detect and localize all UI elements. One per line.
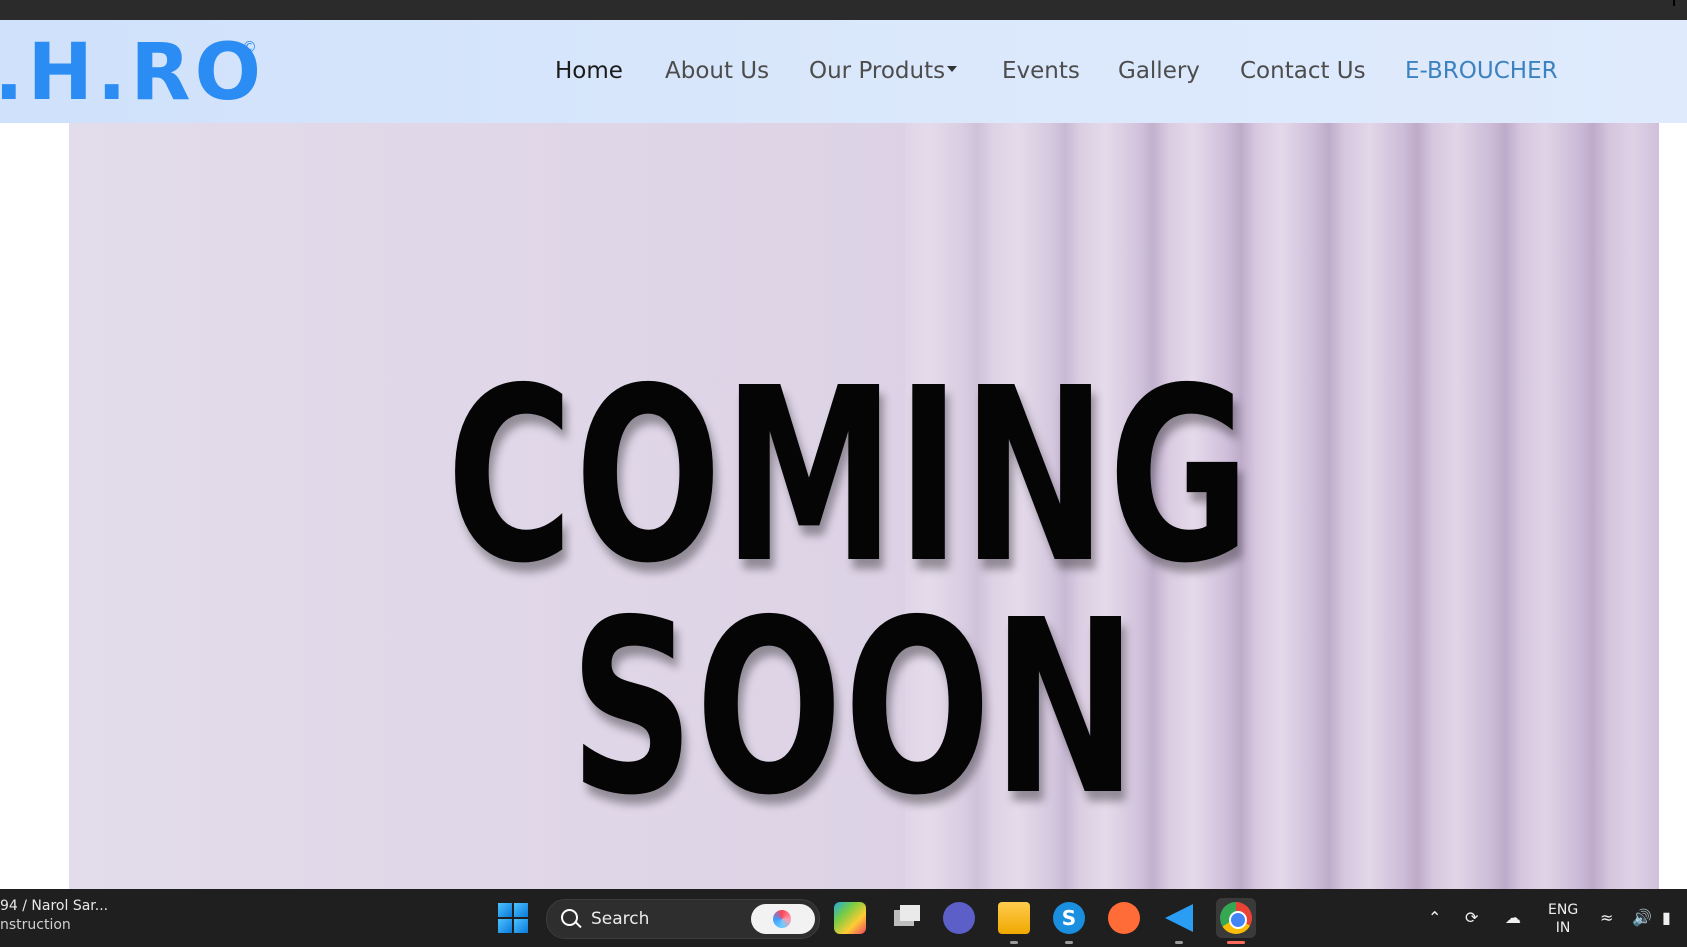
widget-subtitle: nstruction (0, 917, 71, 933)
search-icon (561, 909, 578, 926)
nav-our-products[interactable]: Our Produts (809, 20, 958, 123)
chevron-up-icon[interactable]: ⌃ (1428, 889, 1441, 947)
copilot-pre-icon[interactable] (834, 902, 866, 934)
volume-icon[interactable]: 🔊 (1632, 889, 1652, 947)
chrome-running-indicator (1227, 941, 1245, 944)
taskbar-widget[interactable]: 94 / Narol Sar... nstruction (0, 897, 108, 935)
copilot-icon[interactable] (751, 904, 815, 934)
lang-top: ENG (1548, 902, 1579, 918)
sync-icon[interactable]: ⟳ (1465, 889, 1478, 947)
top-corner-mark (1673, 0, 1675, 6)
teams-icon[interactable] (943, 902, 975, 934)
lang-bottom: IN (1555, 920, 1571, 936)
battery-icon[interactable]: ▮ (1662, 889, 1671, 947)
site-navbar: .H.RO © Home About Us Our Produts Events… (0, 20, 1687, 123)
skype-icon[interactable]: S (1053, 902, 1085, 934)
widget-title: 94 / Narol Sar... (0, 898, 109, 914)
nav-about-us[interactable]: About Us (665, 20, 769, 123)
nav-e-broucher[interactable]: E-BROUCHER (1405, 20, 1558, 123)
vscode-running-indicator (1175, 941, 1183, 944)
nav-home[interactable]: Home (555, 20, 623, 123)
task-view-icon[interactable] (890, 902, 922, 934)
taskbar-search[interactable]: Search (546, 899, 820, 939)
windows-taskbar: 94 / Narol Sar... nstruction Search S ⌃ … (0, 889, 1687, 947)
windows-start-icon[interactable] (498, 903, 528, 933)
main-nav: Home About Us Our Produts Events Gallery… (0, 20, 1687, 123)
hero-banner: COMING SOON (69, 123, 1659, 889)
nav-gallery[interactable]: Gallery (1118, 20, 1200, 123)
nav-contact-us[interactable]: Contact Us (1240, 20, 1366, 123)
skype-running-indicator (1065, 941, 1073, 944)
search-label: Search (591, 909, 650, 929)
chrome-active-tile[interactable] (1216, 898, 1256, 938)
language-indicator[interactable]: ENG IN (1548, 901, 1578, 937)
vscode-icon[interactable] (1163, 902, 1195, 934)
caret-down-icon (947, 65, 958, 72)
nav-our-products-label: Our Produts (809, 58, 946, 84)
hero-title-line2: SOON (569, 568, 1139, 848)
nav-events[interactable]: Events (1002, 20, 1080, 123)
postman-icon[interactable] (1108, 902, 1140, 934)
file-explorer-icon[interactable] (998, 902, 1030, 934)
onedrive-icon[interactable]: ☁ (1505, 889, 1521, 947)
hero-title-line1: COMING (446, 336, 1252, 616)
wifi-icon[interactable]: ≈ (1600, 889, 1613, 947)
explorer-running-indicator (1010, 941, 1018, 944)
